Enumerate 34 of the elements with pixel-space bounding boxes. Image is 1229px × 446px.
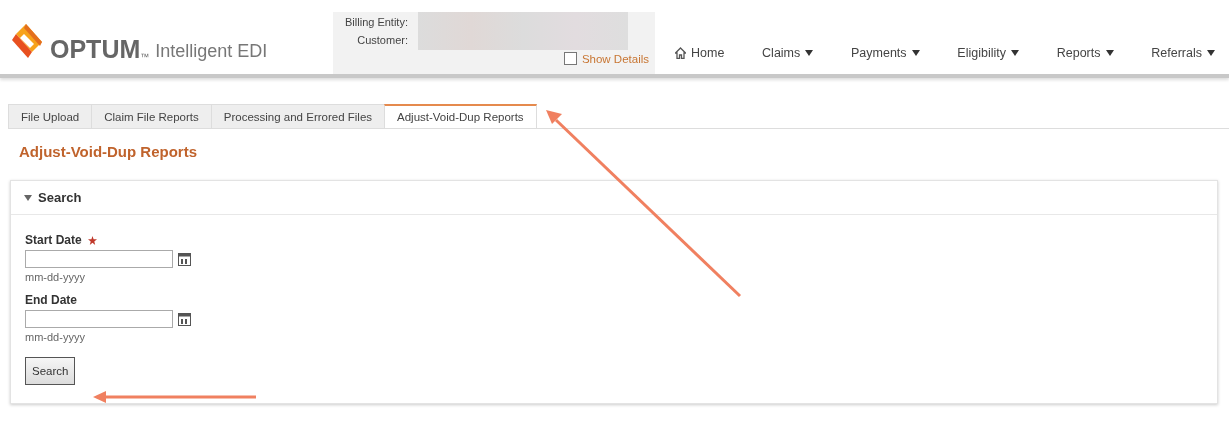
- search-button[interactable]: Search: [25, 357, 76, 385]
- home-icon: [675, 47, 686, 59]
- caret-icon: [1105, 50, 1114, 56]
- brand-name: OPTUM: [50, 37, 141, 62]
- customer-label: Customer:: [357, 34, 408, 46]
- nav-menu-item[interactable]: Home: [665, 46, 735, 60]
- date-input[interactable]: [25, 310, 173, 328]
- caret-icon: [805, 50, 814, 56]
- calendar-icon[interactable]: [178, 252, 191, 266]
- tab[interactable]: Claim File Reports: [91, 104, 212, 128]
- tab[interactable]: Processing and Errored Files: [210, 104, 386, 128]
- nav-menu-item[interactable]: Claims: [752, 46, 824, 60]
- tab[interactable]: Adjust-Void-Dup Reports: [384, 104, 537, 128]
- show-details-checkbox[interactable]: [563, 52, 577, 65]
- date-input[interactable]: [25, 250, 173, 268]
- collapse-caret-icon[interactable]: [24, 194, 32, 201]
- trademark-symbol: ™: [140, 52, 150, 62]
- nav-menu-item[interactable]: Payments: [841, 46, 930, 60]
- date-format-hint: mm-dd-yyyy: [25, 271, 86, 283]
- nav-menu-item[interactable]: Eligibility: [947, 46, 1029, 60]
- calendar-icon[interactable]: [178, 312, 191, 326]
- billing-entity-label: Billing Entity:: [345, 16, 408, 28]
- product-name: Intelligent EDI: [155, 42, 268, 62]
- nav-menu-item[interactable]: Referrals: [1141, 46, 1225, 60]
- date-format-hint: mm-dd-yyyy: [25, 331, 86, 343]
- caret-icon: [911, 50, 920, 56]
- caret-icon: [1206, 50, 1215, 56]
- tab[interactable]: File Upload: [8, 104, 93, 128]
- nav-menu-item[interactable]: Reports: [1046, 46, 1124, 60]
- panel-title: Search: [38, 190, 82, 205]
- field-label: End Date: [25, 293, 77, 307]
- caret-icon: [1011, 50, 1019, 56]
- page-title: Adjust-Void-Dup Reports: [19, 143, 199, 160]
- field-label: Start Date: [25, 233, 82, 247]
